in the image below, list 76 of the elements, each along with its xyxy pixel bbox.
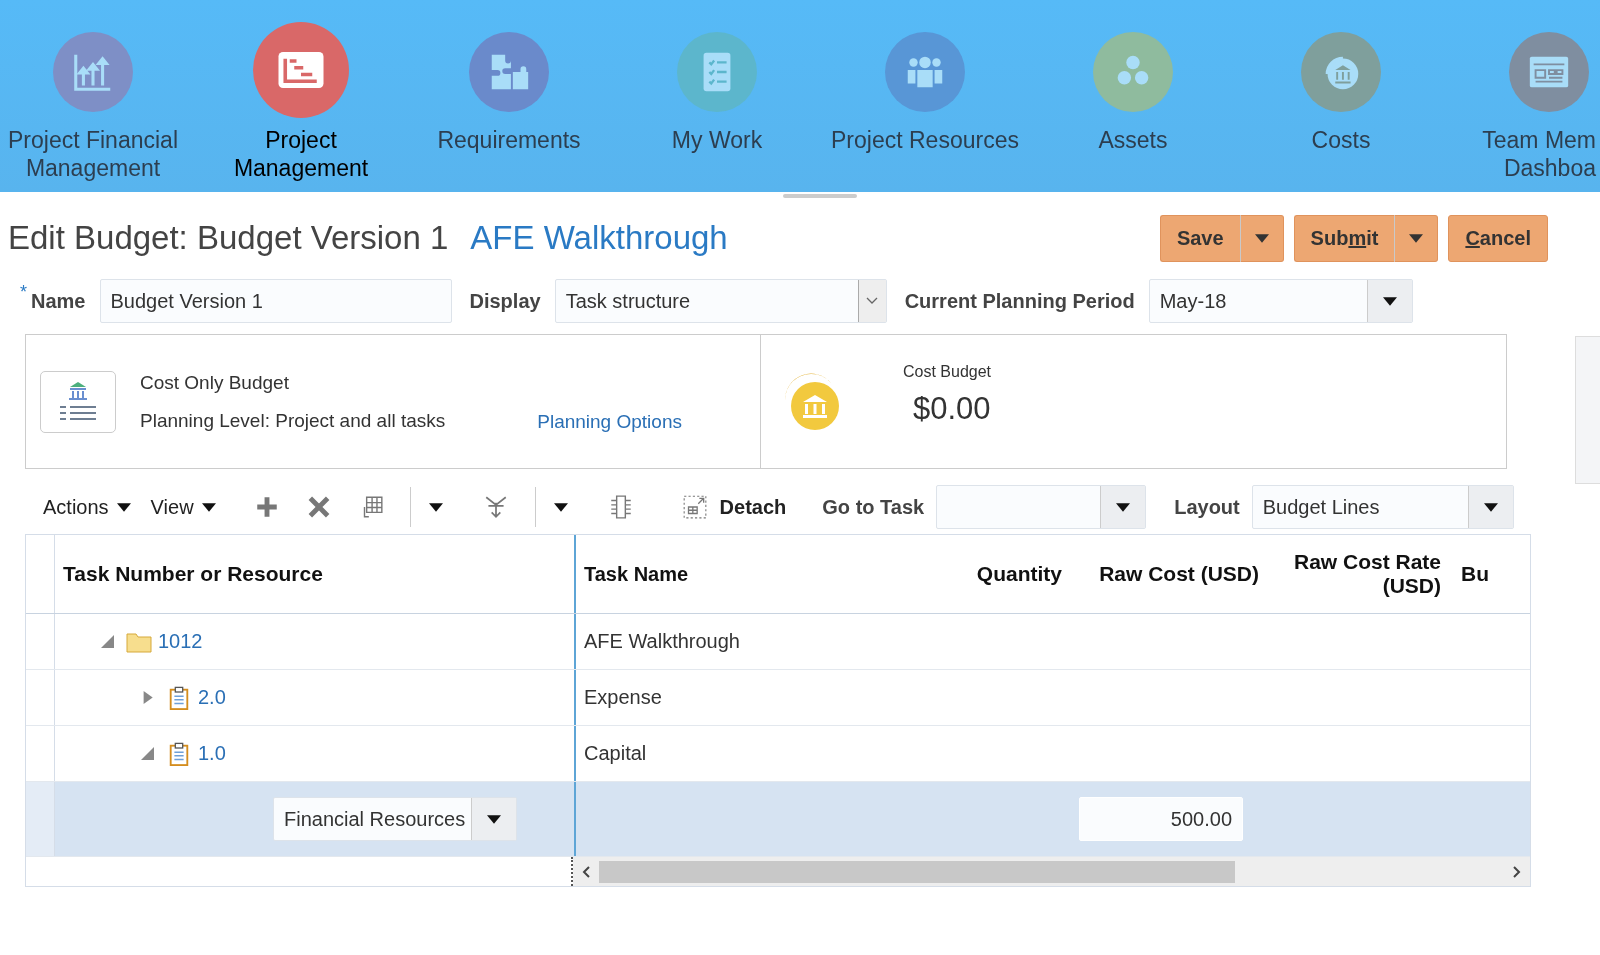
nav-label: Project Management — [233, 126, 369, 182]
nav-label: Costs — [1311, 126, 1371, 154]
layout-select[interactable]: Budget Lines — [1251, 485, 1514, 529]
column-header[interactable]: Raw Cost Rate (USD) — [1269, 535, 1451, 613]
planning-options-link[interactable]: Planning Options — [537, 410, 682, 433]
nav-label: My Work — [671, 126, 763, 154]
chevron-icon — [866, 297, 879, 305]
caret-icon — [1116, 502, 1131, 512]
table-row[interactable]: Financial Resources 500.00 — [26, 782, 1530, 857]
menu-button[interactable] — [1240, 214, 1284, 262]
budget-type: Cost Only Budget — [140, 371, 290, 394]
nav-label: Project Resources — [831, 126, 1019, 154]
table-cell: Expense — [574, 670, 891, 725]
nav-item[interactable]: Project Management — [197, 0, 405, 192]
view-menu[interactable]: View — [150, 495, 202, 519]
nav-label: Requirements — [437, 126, 581, 154]
collapse-icon[interactable] — [141, 747, 154, 760]
field-label: Name — [31, 289, 86, 313]
actions-menu[interactable]: Actions — [43, 495, 117, 519]
name-field[interactable]: Budget Version 1 — [99, 279, 452, 323]
table-row[interactable]: 2.0 Expense — [26, 670, 1530, 726]
nav-item[interactable]: My Work — [613, 0, 821, 192]
raw-cost-field[interactable]: 500.00 — [1079, 797, 1243, 841]
caret-icon[interactable] — [201, 502, 216, 512]
budget-icon — [40, 370, 116, 433]
horizontal-scrollbar[interactable] — [573, 857, 1530, 886]
planning-level: Planning Level: Project and all tasks — [140, 409, 446, 432]
column-header[interactable]: Raw Cost (USD) — [1072, 535, 1269, 613]
scroll-right-icon[interactable] — [1512, 864, 1522, 879]
caret-icon — [1254, 233, 1269, 243]
scroll-left-icon[interactable] — [581, 864, 591, 879]
amount-label: Cost Budget — [903, 362, 992, 381]
caret-icon[interactable] — [553, 502, 568, 512]
nav-label: Project Financial Management — [8, 126, 178, 182]
resource-select[interactable]: Financial Resources — [273, 797, 517, 841]
nav-item[interactable]: Assets — [1029, 0, 1237, 192]
task-number-link[interactable]: 1012 — [158, 630, 203, 653]
display-select[interactable]: Task structure — [554, 279, 887, 323]
action-button[interactable]: Submit — [1293, 214, 1396, 262]
detach-button[interactable]: Detach — [681, 494, 795, 520]
field-label: Go to Task — [822, 495, 925, 519]
task-number-link[interactable]: 1.0 — [198, 742, 226, 765]
task-number-link[interactable]: 2.0 — [198, 686, 226, 709]
project-link[interactable]: AFE Walkthrough — [470, 219, 728, 257]
action-button[interactable]: Save — [1159, 214, 1241, 262]
caret-icon — [487, 814, 501, 824]
menu-button[interactable] — [1395, 214, 1439, 262]
caret-icon — [1483, 502, 1498, 512]
table-cell: AFE Walkthrough — [574, 614, 891, 669]
caret-icon[interactable] — [116, 502, 131, 512]
caret-icon[interactable] — [428, 502, 443, 512]
nav-label: Assets — [1098, 126, 1168, 154]
field-label: Layout — [1174, 495, 1240, 519]
page-title: Edit Budget: Budget Version 1 — [8, 219, 449, 257]
nav-label: Team Mem Dashboa — [1482, 126, 1597, 182]
nav-item[interactable]: Project Financial Management — [0, 0, 197, 192]
field-label: Current Planning Period — [904, 289, 1135, 313]
nav-item[interactable]: Costs — [1237, 0, 1445, 192]
nav-item[interactable]: Project Resources — [821, 0, 1029, 192]
action-button[interactable]: Cancel — [1448, 214, 1548, 262]
collapse-icon[interactable] — [101, 635, 114, 648]
planning-period-select[interactable]: May-18 — [1148, 279, 1413, 323]
caret-icon — [1382, 296, 1397, 306]
column-header[interactable]: Quantity — [891, 535, 1072, 613]
cost-budget-amount: $0.00 — [913, 390, 992, 427]
column-header[interactable]: Task Name — [574, 535, 891, 613]
column-header[interactable]: Bu — [1451, 535, 1531, 613]
caret-icon — [1409, 233, 1424, 243]
detach-icon — [681, 494, 708, 520]
field-label: Display — [469, 289, 541, 313]
column-header[interactable]: Task Number or Resource — [55, 535, 574, 613]
required-mark: * — [20, 282, 27, 303]
nav-item[interactable]: Team Mem Dashboa — [1445, 0, 1600, 192]
nav-item[interactable]: Requirements — [405, 0, 613, 192]
table-row[interactable]: 1012 AFE Walkthrough — [26, 614, 1530, 670]
expand-icon[interactable] — [141, 691, 154, 704]
